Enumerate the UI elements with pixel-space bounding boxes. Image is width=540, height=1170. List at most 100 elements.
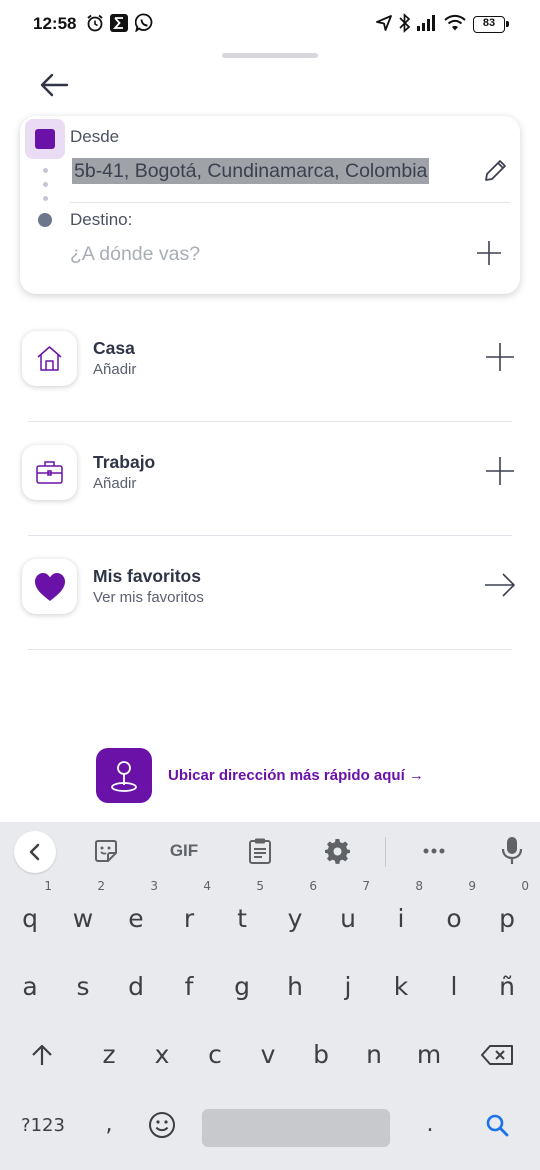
- signal-icon: [417, 15, 435, 31]
- pencil-icon[interactable]: [482, 158, 508, 184]
- key-x[interactable]: x: [137, 1029, 187, 1081]
- saved-place-home[interactable]: Casa Añadir: [20, 308, 515, 422]
- alarm-icon: [87, 14, 103, 32]
- key-c[interactable]: c: [190, 1029, 240, 1081]
- route-dot: [43, 182, 48, 187]
- key-m[interactable]: m: [404, 1029, 454, 1081]
- status-time: 12:58: [33, 14, 77, 33]
- symbols-key[interactable]: ?123: [14, 1099, 72, 1151]
- briefcase-icon: [36, 461, 63, 484]
- key-b[interactable]: b: [296, 1029, 346, 1081]
- key-j[interactable]: j: [323, 961, 373, 1013]
- wifi-icon: [444, 14, 466, 31]
- key-g[interactable]: g: [217, 961, 267, 1013]
- from-label: Desde: [70, 127, 120, 146]
- plus-icon[interactable]: [476, 240, 502, 266]
- destination-marker-icon: [38, 213, 52, 227]
- origin-address-field[interactable]: 5b-41, Bogotá, Cundinamarca, Colombia: [72, 158, 430, 184]
- search-icon: [486, 1114, 509, 1137]
- place-title: Trabajo: [93, 452, 156, 472]
- whatsapp-icon: [135, 13, 153, 32]
- key-n[interactable]: n: [349, 1029, 399, 1081]
- route-dot: [43, 196, 48, 201]
- shift-icon: [32, 1044, 52, 1065]
- voice-input-button[interactable]: [497, 836, 527, 866]
- key-z[interactable]: z: [84, 1029, 134, 1081]
- bluetooth-icon: [399, 13, 411, 33]
- destination-input[interactable]: [70, 238, 460, 270]
- key-h[interactable]: h: [270, 961, 320, 1013]
- key-t[interactable]: t5: [217, 880, 267, 945]
- saved-place-work[interactable]: Trabajo Añadir: [20, 422, 515, 536]
- keyboard-collapse-button[interactable]: [14, 831, 56, 873]
- clipboard-icon: [249, 838, 271, 864]
- place-title: Casa: [93, 338, 135, 358]
- emoji-icon: [149, 1112, 175, 1138]
- place-icon-box: [22, 559, 77, 614]
- place-icon-box: [22, 331, 77, 386]
- key-n-tilde[interactable]: ñ: [482, 961, 532, 1013]
- status-bar: 12:58 83: [0, 0, 540, 50]
- more-options-button[interactable]: [419, 836, 449, 866]
- key-q[interactable]: q1: [5, 880, 55, 945]
- backspace-icon: [481, 1045, 513, 1065]
- card-divider: [70, 202, 510, 203]
- keyboard-toolbar: GIF: [0, 822, 540, 882]
- key-period[interactable]: .: [405, 1099, 455, 1151]
- key-w[interactable]: w2: [58, 880, 108, 945]
- origin-marker-icon: [25, 119, 65, 159]
- key-y[interactable]: y6: [270, 880, 320, 945]
- clipboard-button[interactable]: [245, 836, 275, 866]
- heart-icon: [35, 573, 65, 601]
- arrow-right-icon[interactable]: [483, 569, 517, 601]
- battery-icon: 83: [473, 16, 509, 33]
- place-title: Mis favoritos: [93, 566, 201, 586]
- key-p[interactable]: p0: [482, 880, 532, 945]
- sigma-app-icon: [110, 14, 128, 32]
- drag-handle[interactable]: [222, 53, 318, 58]
- key-a[interactable]: a: [5, 961, 55, 1013]
- key-i[interactable]: i8: [376, 880, 426, 945]
- key-v[interactable]: v: [243, 1029, 293, 1081]
- sticker-button[interactable]: [91, 836, 121, 866]
- quick-locate-button[interactable]: [96, 748, 152, 803]
- location-arrow-icon: [376, 15, 392, 31]
- saved-place-favorites[interactable]: Mis favoritos Ver mis favoritos: [20, 536, 515, 650]
- key-o[interactable]: o9: [429, 880, 479, 945]
- toolbar-divider: [385, 837, 386, 867]
- place-subtitle: Añadir: [93, 475, 137, 492]
- key-d[interactable]: d: [111, 961, 161, 1013]
- gear-icon: [325, 838, 350, 864]
- plus-icon[interactable]: [483, 455, 517, 487]
- key-k[interactable]: k: [376, 961, 426, 1013]
- shift-key[interactable]: [16, 1029, 68, 1081]
- route-card: Desde 5b-41, Bogotá, Cundinamarca, Colom…: [20, 116, 520, 294]
- back-arrow-icon[interactable]: [38, 70, 72, 100]
- quick-locate-link[interactable]: Ubicar dirección más rápido aquí →: [168, 767, 424, 784]
- route-dot: [43, 168, 48, 173]
- divider: [28, 649, 512, 650]
- chevron-left-icon: [29, 843, 40, 861]
- house-icon: [37, 346, 62, 371]
- key-comma[interactable]: ,: [84, 1099, 134, 1151]
- key-e[interactable]: e3: [111, 880, 161, 945]
- microphone-icon: [501, 837, 523, 864]
- key-l[interactable]: l: [429, 961, 479, 1013]
- spacebar[interactable]: [202, 1109, 390, 1147]
- place-icon-box: [22, 445, 77, 500]
- key-s[interactable]: s: [58, 961, 108, 1013]
- emoji-key[interactable]: [140, 1099, 184, 1151]
- more-horizontal-icon: [423, 848, 445, 854]
- backspace-key[interactable]: [470, 1029, 524, 1081]
- search-key[interactable]: [474, 1099, 520, 1151]
- settings-button[interactable]: [323, 836, 353, 866]
- to-label: Destino:: [70, 210, 133, 229]
- key-u[interactable]: u7: [323, 880, 373, 945]
- gif-button[interactable]: GIF: [166, 836, 202, 866]
- place-subtitle: Ver mis favoritos: [93, 589, 204, 606]
- key-r[interactable]: r4: [164, 880, 214, 945]
- sticker-icon: [95, 840, 117, 862]
- place-subtitle: Añadir: [93, 361, 137, 378]
- key-f[interactable]: f: [164, 961, 214, 1013]
- plus-icon[interactable]: [483, 341, 517, 373]
